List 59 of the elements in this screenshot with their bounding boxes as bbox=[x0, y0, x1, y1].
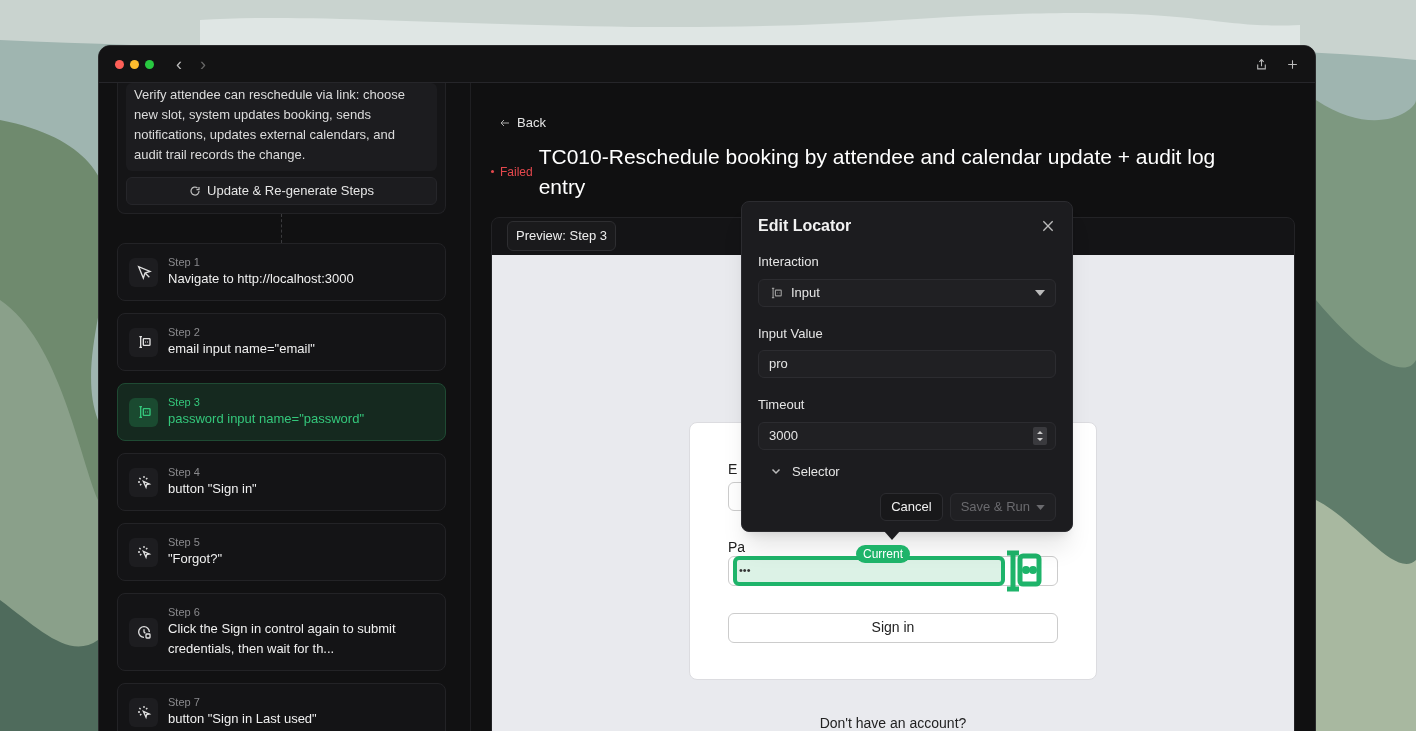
email-label: E bbox=[728, 459, 738, 479]
step-label: Step 3 bbox=[168, 395, 201, 409]
step-card[interactable]: Step 7 button "Sign in Last used" bbox=[117, 683, 446, 731]
step-text: button "Sign in" bbox=[168, 480, 257, 498]
step-card[interactable]: Step 5 "Forgot?" bbox=[117, 523, 446, 581]
step-label: Step 1 bbox=[168, 255, 201, 269]
step-text: Click the Sign in control again to submit credentials, then wait for th... bbox=[168, 620, 397, 658]
close-icon[interactable] bbox=[1040, 218, 1056, 234]
field-label: Input Value bbox=[758, 324, 824, 343]
back-link[interactable]: Back bbox=[499, 113, 546, 133]
test-title: TC010-Reschedule booking by attendee and calendar update + audit log entry bbox=[538, 143, 1217, 200]
step-text: Navigate to http://localhost:3000 bbox=[168, 270, 354, 288]
interaction-select[interactable]: Input bbox=[758, 278, 1056, 307]
click-icon bbox=[135, 474, 152, 490]
step-label: Step 6 bbox=[168, 605, 201, 619]
password-label: Pa bbox=[728, 538, 746, 555]
share-icon[interactable] bbox=[1255, 57, 1268, 71]
clock-icon bbox=[135, 624, 152, 640]
step-text: password input name="password" bbox=[168, 410, 365, 428]
description-field[interactable]: Verify attendee can reschedule via link: choose new slot, system updates booking, sends notifications, updates external calendars, and audit trail records the change. bbox=[126, 83, 437, 171]
signup-prompt: Don't have an account? bbox=[819, 713, 967, 731]
step-card[interactable]: Step 6 Click the Sign in control again to submit credentials, then wait for th... bbox=[117, 593, 446, 671]
refresh-icon bbox=[189, 185, 202, 197]
password-value: ••• bbox=[739, 565, 751, 576]
step-label: Step 5 bbox=[168, 535, 201, 549]
zoom-window-button[interactable] bbox=[145, 59, 154, 69]
step-text: "Forgot?" bbox=[168, 550, 223, 568]
sign-in-button[interactable]: Sign in bbox=[728, 612, 1058, 643]
field-label: Timeout bbox=[758, 396, 806, 414]
text-cursor-icon bbox=[769, 285, 783, 300]
minimize-window-button[interactable] bbox=[130, 59, 139, 69]
step-card[interactable]: Step 3 password input name="password" bbox=[117, 383, 446, 441]
input-value-field[interactable]: pro bbox=[758, 350, 1056, 378]
stepper-icon[interactable] bbox=[1033, 426, 1047, 445]
step-label: Step 7 bbox=[168, 695, 201, 709]
caret-icon bbox=[1036, 504, 1045, 510]
plus-icon[interactable] bbox=[1286, 57, 1299, 71]
step-text: email input name="email" bbox=[168, 340, 315, 358]
field-label: Interaction bbox=[758, 253, 820, 271]
step-card[interactable]: Step 4 button "Sign in" bbox=[117, 453, 446, 511]
dialog-title: Edit Locator bbox=[758, 216, 852, 236]
step-card[interactable]: Step 1 Navigate to http://localhost:3000 bbox=[117, 243, 446, 301]
selector-toggle[interactable]: Selector bbox=[770, 461, 840, 481]
timeout-field[interactable]: 3000 bbox=[758, 421, 1056, 450]
step-text: button "Sign in Last used" bbox=[168, 710, 317, 728]
click-icon bbox=[135, 544, 152, 560]
cancel-button[interactable]: Cancel bbox=[880, 493, 943, 521]
regenerate-button[interactable]: Update & Re-generate Steps bbox=[126, 177, 437, 205]
back-nav-button[interactable]: ‹ bbox=[176, 55, 182, 73]
click-icon bbox=[135, 704, 152, 720]
status-label: Failed bbox=[500, 163, 533, 181]
step-label: Step 4 bbox=[168, 465, 201, 479]
step-card[interactable]: Step 2 email input name="email" bbox=[117, 313, 446, 371]
step-label: Step 2 bbox=[168, 325, 201, 339]
close-window-button[interactable] bbox=[115, 59, 124, 69]
cursor-icon bbox=[135, 264, 152, 280]
caret-icon bbox=[1035, 289, 1045, 296]
preview-badge: Preview: Step 3 bbox=[507, 221, 617, 251]
current-badge: Current bbox=[856, 544, 910, 563]
